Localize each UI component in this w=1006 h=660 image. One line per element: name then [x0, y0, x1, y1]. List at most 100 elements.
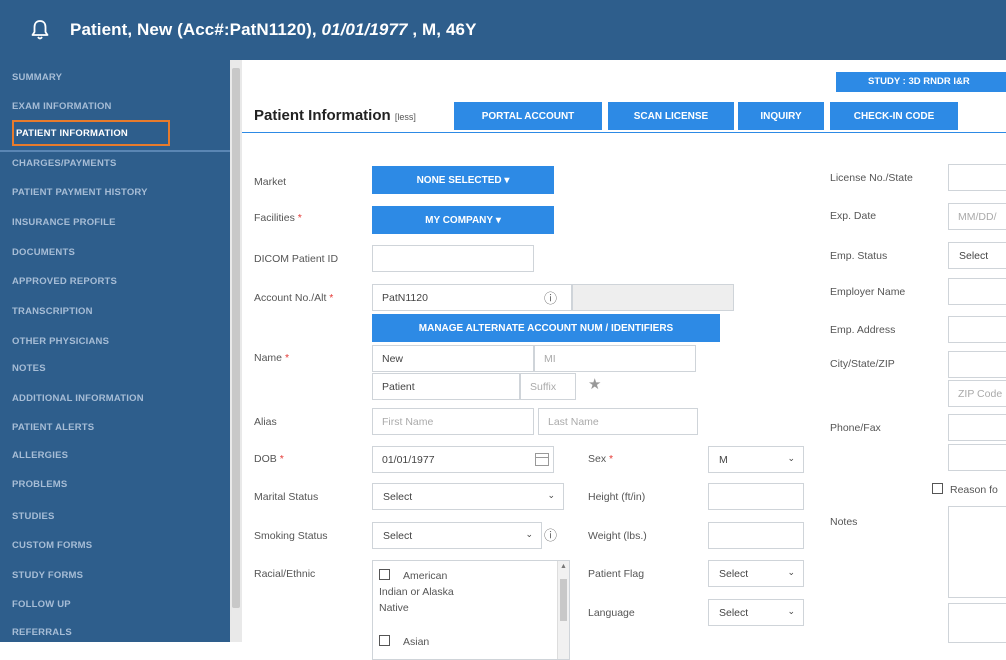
zip-input[interactable]: ZIP Code: [948, 380, 1006, 407]
sidebar-item-approved-reports[interactable]: APPROVED REPORTS: [12, 276, 117, 287]
sidebar-item-charges-payments[interactable]: CHARGES/PAYMENTS: [12, 158, 117, 169]
sidebar-divider: [0, 150, 230, 152]
sidebar-item-study-forms[interactable]: STUDY FORMS: [12, 570, 83, 581]
weight-input[interactable]: [708, 522, 804, 549]
sidebar-item-referrals[interactable]: REFERRALS: [12, 627, 72, 638]
patient-header: Patient, New (Acc#:PatN1120), 01/01/1977…: [0, 0, 1006, 60]
emp-address-input[interactable]: [948, 316, 1006, 343]
check-in-code-button[interactable]: CHECK-IN CODE: [830, 102, 958, 130]
sidebar-item-summary[interactable]: SUMMARY: [12, 72, 62, 83]
dob-input[interactable]: 01/01/1977: [372, 446, 554, 473]
secondary-textarea[interactable]: [948, 603, 1006, 643]
required-mark: *: [297, 212, 302, 224]
employer-input[interactable]: [948, 278, 1006, 305]
height-input[interactable]: [708, 483, 804, 510]
inquiry-button[interactable]: INQUIRY: [738, 102, 824, 130]
alias-first-name-input[interactable]: First Name: [372, 408, 534, 435]
info-icon[interactable]: ⓘ: [544, 288, 557, 307]
language-select[interactable]: Select ⌄: [708, 599, 804, 626]
racial-opt1-line1: American: [403, 570, 448, 582]
sidebar-item-problems[interactable]: PROBLEMS: [12, 479, 67, 490]
name-label-text: Name: [254, 352, 283, 364]
title-divider: [242, 132, 1006, 133]
portal-account-button[interactable]: PORTAL ACCOUNT: [454, 102, 602, 130]
market-dropdown[interactable]: NONE SELECTED ▾: [372, 166, 554, 194]
star-icon[interactable]: ★: [588, 375, 601, 393]
facilities-dropdown[interactable]: MY COMPANY ▾: [372, 206, 554, 234]
racial-checkbox-american-indian[interactable]: [379, 569, 390, 580]
sidebar-item-insurance-profile[interactable]: INSURANCE PROFILE: [12, 217, 116, 228]
sidebar: SUMMARY EXAM INFORMATION PATIENT INFORMA…: [0, 60, 230, 642]
page-scrollbar[interactable]: [230, 60, 242, 642]
alt-account-input[interactable]: [572, 284, 734, 311]
caret-down-icon: ▾: [493, 214, 501, 226]
patient-flag-select[interactable]: Select ⌄: [708, 560, 804, 587]
manage-alternate-button[interactable]: MANAGE ALTERNATE ACCOUNT NUM / IDENTIFIE…: [372, 314, 720, 342]
racial-checkbox-asian[interactable]: [379, 635, 390, 646]
sidebar-item-documents[interactable]: DOCUMENTS: [12, 247, 75, 258]
less-link[interactable]: [less]: [395, 112, 416, 122]
page-scrollbar-thumb[interactable]: [232, 68, 240, 608]
sidebar-item-patient-payment-history[interactable]: PATIENT PAYMENT HISTORY: [12, 187, 148, 198]
title-dob: 01/01/1977: [321, 20, 408, 39]
patient-title: Patient, New (Acc#:PatN1120), 01/01/1977…: [70, 20, 477, 40]
emp-status-value: Select: [959, 250, 989, 262]
title-prefix: Patient, New (Acc#:PatN1120),: [70, 20, 322, 39]
suffix-input[interactable]: Suffix: [520, 373, 576, 400]
sidebar-item-transcription[interactable]: TRANSCRIPTION: [12, 306, 93, 317]
city-input[interactable]: [948, 351, 1006, 378]
scroll-up-icon[interactable]: ▲: [560, 563, 567, 570]
sidebar-item-follow-up[interactable]: FOLLOW UP: [12, 599, 71, 610]
account-input[interactable]: PatN1120: [372, 284, 572, 311]
sidebar-item-custom-forms[interactable]: CUSTOM FORMS: [12, 540, 92, 551]
list-scrollbar[interactable]: ▲: [557, 561, 569, 659]
sidebar-item-allergies[interactable]: ALLERGIES: [12, 450, 68, 461]
racial-opt1-line3: Native: [379, 602, 409, 614]
sidebar-item-patient-alerts[interactable]: PATIENT ALERTS: [12, 422, 94, 433]
racial-ethnic-list[interactable]: American Indian or Alaska Native Asian ▲: [372, 560, 570, 660]
dicom-label: DICOM Patient ID: [254, 253, 339, 265]
list-scrollbar-thumb[interactable]: [560, 579, 567, 621]
bell-icon[interactable]: [30, 19, 50, 41]
account-label-text: Account No./Alt: [254, 292, 327, 304]
notes-label: Notes: [830, 516, 858, 528]
sex-select[interactable]: M ⌄: [708, 446, 804, 473]
sidebar-item-patient-information[interactable]: PATIENT INFORMATION: [12, 120, 170, 146]
info-icon[interactable]: ⓘ: [544, 525, 557, 544]
language-label: Language: [588, 607, 635, 619]
sidebar-item-exam-information[interactable]: EXAM INFORMATION: [12, 101, 112, 112]
study-button[interactable]: STUDY : 3D RNDR I&R: [836, 72, 1006, 92]
racial-label: Racial/Ethnic: [254, 568, 316, 580]
weight-label: Weight (lbs.): [588, 530, 647, 542]
alias-last-name-input[interactable]: Last Name: [538, 408, 698, 435]
calendar-icon[interactable]: [535, 453, 549, 466]
exp-date-input[interactable]: MM/DD/: [948, 203, 1006, 230]
notes-textarea[interactable]: [948, 506, 1006, 598]
license-label: License No./State: [830, 172, 913, 184]
sidebar-item-other-physicians[interactable]: OTHER PHYSICIANS: [12, 336, 109, 347]
sidebar-item-notes[interactable]: NOTES: [12, 363, 46, 374]
market-value: NONE SELECTED: [416, 174, 502, 186]
scan-license-button[interactable]: SCAN LICENSE: [608, 102, 734, 130]
smoking-select[interactable]: Select ⌄: [372, 522, 542, 549]
license-input[interactable]: [948, 164, 1006, 191]
alias-label: Alias: [254, 416, 277, 428]
marital-select[interactable]: Select ⌄: [372, 483, 564, 510]
phone-input[interactable]: [948, 414, 1006, 441]
marital-label: Marital Status: [254, 491, 319, 503]
last-name-input[interactable]: Patient: [372, 373, 520, 400]
chevron-down-icon: ⌄: [787, 606, 795, 616]
emp-status-label: Emp. Status: [830, 250, 888, 262]
title-suffix: , M, 46Y: [407, 20, 477, 39]
main-content: STUDY : 3D RNDR I&R Patient Information …: [242, 60, 1006, 660]
emp-status-select[interactable]: Select: [948, 242, 1006, 269]
phone-fax-label: Phone/Fax: [830, 422, 881, 434]
sidebar-item-studies[interactable]: STUDIES: [12, 511, 55, 522]
reason-checkbox[interactable]: [932, 483, 943, 494]
fax-input[interactable]: [948, 444, 1006, 471]
first-name-input[interactable]: New: [372, 345, 534, 372]
middle-initial-input[interactable]: MI: [534, 345, 696, 372]
dicom-input[interactable]: [372, 245, 534, 272]
sidebar-item-additional-information[interactable]: ADDITIONAL INFORMATION: [12, 393, 144, 404]
dob-label-text: DOB: [254, 453, 277, 465]
